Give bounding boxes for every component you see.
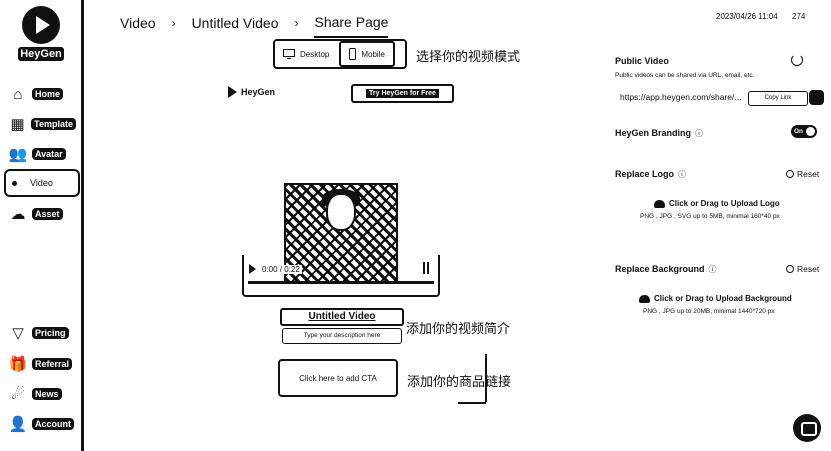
- cta-label: Click here to add CTA: [299, 373, 377, 383]
- cursor-base: [458, 402, 486, 404]
- sidebar-item-label: Home: [32, 88, 64, 100]
- asset-icon: ☁: [10, 205, 26, 223]
- public-video-description: Public videos can be shared via URL, ema…: [615, 72, 755, 79]
- logo-text: HeyGen: [18, 47, 64, 61]
- video-title-field[interactable]: Untitled Video: [280, 308, 404, 326]
- heygen-play-icon: [228, 86, 237, 98]
- logo-upload-hint: PNG , JPG , SVG up to 5MB, minimal 160*4…: [640, 213, 780, 220]
- text-cursor: [485, 354, 487, 402]
- annotation-intro: 添加你的视频简介: [406, 321, 511, 336]
- phone-icon: [349, 48, 357, 60]
- sidebar-item-label: Asset: [32, 208, 63, 220]
- sidebar-item-news[interactable]: ☄ News: [8, 383, 76, 405]
- sidebar-item-label: Pricing: [32, 327, 69, 339]
- pricing-icon: ▽: [12, 324, 24, 342]
- try-heygen-button[interactable]: Try HeyGen for Free: [351, 84, 454, 103]
- upload-cloud-icon: [639, 294, 650, 303]
- upload-background-dropzone[interactable]: Click or Drag to Upload Background: [639, 294, 792, 303]
- mobile-label: Mobile: [361, 49, 385, 59]
- sidebar-item-label: News: [32, 388, 62, 400]
- sidebar-item-label: Avatar: [32, 148, 66, 160]
- heygen-branding-label: HeyGen Branding: [615, 128, 692, 138]
- desktop-mode-button[interactable]: Desktop: [275, 41, 337, 67]
- chat-support-icon[interactable]: [793, 414, 821, 442]
- reset-logo-button[interactable]: Reset: [786, 169, 819, 179]
- upload-logo-label: Click or Drag to Upload Logo: [669, 199, 780, 208]
- sidebar-item-avatar[interactable]: 👥 Avatar: [8, 143, 76, 165]
- sidebar-item-account[interactable]: 👤 Account: [8, 413, 76, 435]
- sidebar-item-referral[interactable]: 🎁 Referral: [8, 353, 76, 375]
- sidebar-item-label: Video: [30, 178, 53, 188]
- reset-label: Reset: [797, 169, 820, 179]
- upload-logo-dropzone[interactable]: Click or Drag to Upload Logo: [654, 199, 780, 208]
- copy-icon[interactable]: [809, 90, 824, 105]
- cta-button[interactable]: Click here to add CTA: [278, 359, 398, 397]
- reset-icon: [786, 265, 794, 273]
- description-field[interactable]: Type your description here: [282, 328, 402, 344]
- play-icon[interactable]: [249, 264, 256, 274]
- progress-bar[interactable]: [248, 281, 434, 284]
- upload-background-label: Click or Drag to Upload Background: [654, 294, 792, 303]
- replace-background-label: Replace Background: [615, 264, 705, 274]
- logo-play-icon: [22, 6, 60, 44]
- reset-background-button[interactable]: Reset: [786, 264, 819, 274]
- fullscreen-icon[interactable]: [423, 262, 429, 274]
- copy-link-button[interactable]: Copy Link: [748, 91, 808, 106]
- brand-text: HeyGen: [241, 87, 276, 97]
- upload-cloud-icon: [654, 199, 665, 208]
- view-mode-toggle: Desktop Mobile: [273, 39, 407, 69]
- breadcrumb-video[interactable]: Video: [120, 15, 156, 31]
- replace-background-row: Replace Background ⓘ: [615, 264, 717, 275]
- template-icon: ▦: [10, 115, 25, 133]
- preview-brand: HeyGen: [228, 86, 275, 98]
- share-url: https://app.heygen.com/share/...: [620, 92, 742, 102]
- annotation-mode: 选择你的视频模式: [416, 49, 521, 64]
- public-video-label: Public Video: [615, 56, 669, 66]
- referral-icon: 🎁: [8, 355, 28, 373]
- timestamp: 2023/04/26 11:04: [716, 12, 778, 21]
- reset-label: Reset: [797, 264, 820, 274]
- info-icon: ⓘ: [678, 170, 687, 179]
- info-icon: ⓘ: [695, 129, 704, 138]
- sidebar-item-asset[interactable]: ☁ Asset: [8, 203, 76, 225]
- branding-toggle[interactable]: On: [791, 125, 817, 138]
- annotation-link: 添加你的商品链接: [407, 374, 512, 389]
- video-time: 0:00 / 0:22: [260, 264, 302, 274]
- avatar-face: [326, 193, 356, 231]
- player-controls: 0:00 / 0:22: [249, 262, 433, 276]
- breadcrumb-share-page[interactable]: Share Page: [314, 14, 389, 38]
- loading-spinner-icon: [791, 54, 803, 66]
- chevron-right-icon: ›: [294, 16, 299, 30]
- heygen-logo[interactable]: HeyGen: [18, 6, 64, 64]
- try-heygen-label: Try HeyGen for Free: [366, 89, 439, 98]
- sidebar: HeyGen ⌂ Home ▦ Template 👥 Avatar Video …: [0, 0, 84, 451]
- sidebar-item-label: Referral: [32, 358, 73, 370]
- replace-logo-label: Replace Logo: [615, 169, 675, 179]
- desktop-label: Desktop: [300, 49, 330, 59]
- info-icon: ⓘ: [708, 265, 717, 274]
- sidebar-item-template[interactable]: ▦ Template: [8, 113, 76, 135]
- sidebar-item-label: Template: [31, 118, 76, 130]
- sidebar-item-video[interactable]: Video: [4, 169, 80, 197]
- breadcrumb-untitled-video[interactable]: Untitled Video: [192, 15, 279, 31]
- reset-icon: [786, 170, 794, 178]
- mobile-mode-button[interactable]: Mobile: [339, 41, 395, 67]
- background-upload-hint: PNG , JPG up to 20MB, minimal 1440*720 p…: [643, 308, 775, 315]
- heygen-branding-row: HeyGen Branding ⓘ: [615, 128, 703, 139]
- home-icon: ⌂: [13, 85, 23, 103]
- sidebar-item-label: Account: [32, 418, 74, 430]
- header-count: 274: [792, 12, 806, 21]
- avatar-icon: 👥: [8, 145, 28, 163]
- sidebar-item-home[interactable]: ⌂ Home: [8, 83, 76, 105]
- replace-logo-row: Replace Logo ⓘ: [615, 169, 686, 180]
- sidebar-item-pricing[interactable]: ▽ Pricing: [8, 322, 76, 344]
- monitor-icon: [283, 49, 295, 59]
- breadcrumb: Video › Untitled Video › Share Page: [120, 8, 389, 38]
- news-icon: ☄: [11, 385, 25, 403]
- chevron-right-icon: ›: [171, 16, 176, 30]
- account-icon: 👤: [8, 415, 28, 433]
- video-icon: [12, 180, 17, 186]
